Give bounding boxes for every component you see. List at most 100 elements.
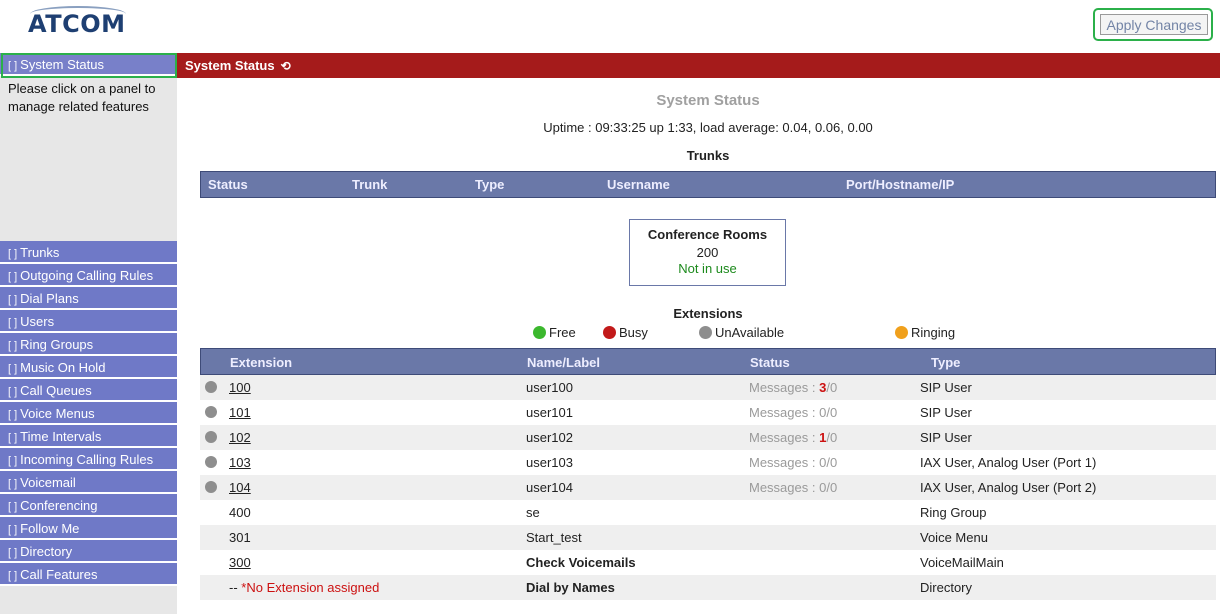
- name-label-cell: Dial by Names: [526, 580, 615, 595]
- sidebar-item-voicemail[interactable]: [ ] Voicemail: [0, 471, 177, 494]
- sidebar-item-follow-me[interactable]: [ ] Follow Me: [0, 517, 177, 540]
- trunks-heading: Trunks: [686, 148, 730, 163]
- legend-busy: Busy: [603, 325, 648, 343]
- extension-link[interactable]: 300: [229, 555, 251, 570]
- type-cell: SIP User: [920, 430, 972, 445]
- table-row: 100 user100 Messages : 3/0 SIP User: [200, 375, 1216, 400]
- page-title: System Status: [656, 92, 760, 109]
- sidebar-item-label: Dial Plans: [20, 291, 79, 306]
- messages-rest: /0: [826, 405, 838, 420]
- messages-rest: /0: [826, 380, 838, 395]
- refresh-icon[interactable]: ⟲: [281, 54, 291, 79]
- extension-link[interactable]: 101: [229, 405, 251, 420]
- bracket-icon: [ ]: [8, 547, 18, 559]
- column-header: Trunk: [352, 177, 388, 192]
- messages-cell: Messages : 0/0: [749, 480, 837, 495]
- sidebar-help-text: Please click on a panel to manage relate…: [8, 81, 156, 114]
- bracket-icon: [ ]: [8, 317, 18, 329]
- sidebar-item-call-features[interactable]: [ ] Call Features: [0, 563, 177, 586]
- unavailable-status-icon: [205, 381, 217, 393]
- messages-cell: Messages : 0/0: [749, 455, 837, 470]
- table-row: 102 user102 Messages : 1/0 SIP User: [200, 425, 1216, 450]
- sidebar-item-trunks[interactable]: [ ] Trunks: [0, 241, 177, 264]
- sidebar-item-label: Call Features: [20, 567, 98, 582]
- table-row: 301 Start_test Voice Menu: [200, 525, 1216, 550]
- conference-rooms-box: Conference Rooms 200 Not in use: [629, 219, 786, 286]
- extensions-table-header: Extension Name/Label Status Type: [200, 348, 1216, 375]
- sidebar-item-label: Follow Me: [20, 521, 80, 536]
- extension-link[interactable]: 104: [229, 480, 251, 495]
- column-header: Type: [931, 355, 961, 370]
- messages-prefix: Messages :: [749, 480, 820, 495]
- unavailable-status-icon: [205, 431, 217, 443]
- unavailable-status-icon: [205, 406, 217, 418]
- messages-rest: /0: [826, 430, 838, 445]
- busy-status-icon: [603, 326, 616, 339]
- uptime-text: Uptime : 09:33:25 up 1:33, load average:…: [543, 120, 873, 135]
- extension-link[interactable]: 100: [229, 380, 251, 395]
- active-item-highlight: [1, 53, 177, 78]
- bracket-icon: [ ]: [8, 340, 18, 352]
- messages-prefix: Messages :: [749, 455, 820, 470]
- sidebar-item-directory[interactable]: [ ] Directory: [0, 540, 177, 563]
- messages-rest: /0: [826, 455, 838, 470]
- column-header: Port/Hostname/IP: [846, 177, 955, 192]
- extension-link: 400: [229, 505, 251, 520]
- sidebar-item-label: Incoming Calling Rules: [20, 452, 154, 467]
- messages-prefix: Messages :: [749, 430, 820, 445]
- name-label-cell: user103: [526, 455, 573, 470]
- bracket-icon: [ ]: [8, 455, 18, 467]
- sidebar-item-conferencing[interactable]: [ ] Conferencing: [0, 494, 177, 517]
- legend-unavailable: UnAvailable: [699, 325, 784, 343]
- conference-title: Conference Rooms: [647, 227, 768, 242]
- sidebar-item-voice-menus[interactable]: [ ] Voice Menus: [0, 402, 177, 425]
- extension-link[interactable]: 102: [229, 430, 251, 445]
- bracket-icon: [ ]: [8, 524, 18, 536]
- bracket-icon: [ ]: [8, 409, 18, 421]
- extensions-table-body: 100 user100 Messages : 3/0 SIP User 101 user1…: [200, 375, 1216, 600]
- type-cell: Directory: [920, 580, 973, 595]
- ringing-status-icon: [895, 326, 908, 339]
- table-row: 103 user103 Messages : 0/0 IAX User, Analog…: [200, 450, 1216, 475]
- unavailable-status-icon: [205, 456, 217, 468]
- extension-link: 301: [229, 530, 251, 545]
- type-cell: IAX User, Analog User (Port 1): [920, 455, 1097, 470]
- name-label-cell: Start_test: [526, 530, 582, 545]
- sidebar-item-call-queues[interactable]: [ ] Call Queues: [0, 379, 177, 402]
- bracket-icon: [ ]: [8, 478, 18, 490]
- extensions-table: Extension Name/Label Status Type 100 user…: [200, 348, 1216, 600]
- sidebar-menu: [ ] Trunks[ ] Outgoing Calling Rules[ ] Dia…: [0, 241, 177, 586]
- type-cell: SIP User: [920, 380, 972, 395]
- table-row: 300 Check Voicemails VoiceMailMain: [200, 550, 1216, 575]
- type-cell: VoiceMailMain: [920, 555, 1004, 570]
- sidebar-item-dial-plans[interactable]: [ ] Dial Plans: [0, 287, 177, 310]
- sidebar-item-label: Trunks: [20, 245, 60, 260]
- name-label-cell: user101: [526, 405, 573, 420]
- unavailable-status-icon: [699, 326, 712, 339]
- apply-changes-button[interactable]: Apply Changes: [1100, 14, 1208, 35]
- sidebar-item-ring-groups[interactable]: [ ] Ring Groups: [0, 333, 177, 356]
- legend-label: UnAvailable: [715, 325, 785, 340]
- sidebar-item-music-on-hold[interactable]: [ ] Music On Hold: [0, 356, 177, 379]
- sidebar-item-label: Ring Groups: [20, 337, 94, 352]
- name-label-cell: user100: [526, 380, 573, 395]
- bracket-icon: [ ]: [8, 271, 18, 283]
- extension-cell: -- *No Extension assigned: [229, 580, 380, 595]
- sidebar-item-label: Music On Hold: [20, 360, 106, 375]
- sidebar-item-users[interactable]: [ ] Users: [0, 310, 177, 333]
- extension-link[interactable]: 103: [229, 455, 251, 470]
- sidebar-item-outgoing-calling-rules[interactable]: [ ] Outgoing Calling Rules: [0, 264, 177, 287]
- messages-cell: Messages : 0/0: [749, 405, 837, 420]
- messages-prefix: Messages :: [749, 380, 820, 395]
- sidebar-item-time-intervals[interactable]: [ ] Time Intervals: [0, 425, 177, 448]
- messages-cell: Messages : 1/0: [749, 430, 837, 445]
- sidebar-item-incoming-calling-rules[interactable]: [ ] Incoming Calling Rules: [0, 448, 177, 471]
- table-row: 400 se Ring Group: [200, 500, 1216, 525]
- free-status-icon: [533, 326, 546, 339]
- type-cell: Ring Group: [920, 505, 987, 520]
- column-header: Extension: [230, 355, 293, 370]
- legend-label: Busy: [619, 325, 648, 340]
- sidebar-item-label: Users: [20, 314, 55, 329]
- unavailable-status-icon: [205, 481, 217, 493]
- column-header: Status: [750, 355, 790, 370]
